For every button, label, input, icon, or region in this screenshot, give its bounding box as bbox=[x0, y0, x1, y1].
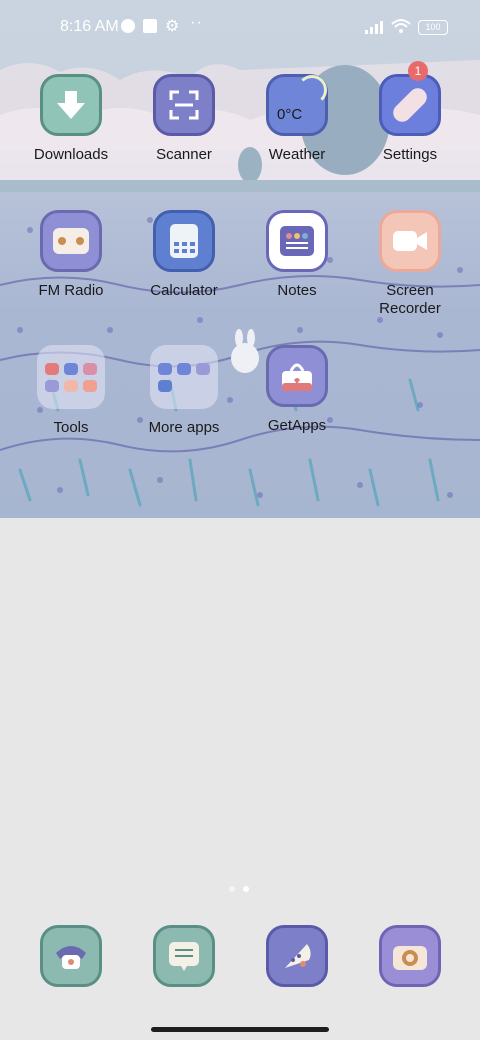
page-indicator bbox=[229, 879, 257, 897]
app-label: FM Radio bbox=[38, 282, 104, 299]
dock-messages[interactable] bbox=[153, 925, 215, 987]
weather-icon: 0°C bbox=[266, 74, 328, 136]
page-dot[interactable] bbox=[229, 886, 235, 892]
app-label: GetApps bbox=[267, 417, 327, 434]
app-downloads[interactable]: Downloads bbox=[16, 74, 126, 164]
folder-icon bbox=[150, 345, 218, 409]
app-scanner[interactable]: Scanner bbox=[129, 74, 239, 164]
folder-more-apps[interactable]: More apps bbox=[129, 345, 239, 437]
gear-icon: ⚙ bbox=[165, 18, 180, 35]
moon-icon bbox=[297, 75, 327, 105]
folder-tools[interactable]: Tools bbox=[16, 345, 126, 437]
app-weather[interactable]: 0°C Weather bbox=[242, 74, 352, 164]
dock-browser[interactable] bbox=[266, 925, 328, 987]
app-getapps[interactable]: GetApps bbox=[242, 345, 352, 435]
app-fm-radio[interactable]: FM Radio bbox=[16, 210, 126, 300]
app-label: Weather bbox=[268, 146, 326, 163]
app-label: Scanner bbox=[156, 146, 212, 163]
signal-icon bbox=[365, 21, 383, 34]
app-settings[interactable]: 1 Settings bbox=[355, 61, 465, 164]
app-label: Calculator bbox=[150, 282, 218, 299]
camera-icon bbox=[393, 946, 427, 970]
messages-icon bbox=[169, 942, 199, 971]
pie-chart-icon bbox=[121, 19, 135, 33]
calculator-icon bbox=[153, 210, 215, 272]
app-calculator[interactable]: Calculator bbox=[129, 210, 239, 300]
wifi-icon bbox=[391, 19, 411, 33]
more-icon: ·· bbox=[190, 14, 203, 31]
battery-icon: 100 bbox=[418, 20, 448, 35]
app-label: Screen Recorder bbox=[379, 282, 441, 317]
folder-icon bbox=[37, 345, 105, 409]
app-screen-recorder[interactable]: Screen Recorder bbox=[355, 210, 465, 318]
page-dot-current[interactable] bbox=[243, 886, 249, 892]
app-notes[interactable]: Notes bbox=[242, 210, 352, 300]
dock-phone[interactable] bbox=[40, 925, 102, 987]
status-time: 8:16 AM bbox=[60, 18, 119, 35]
shopping-bag-icon bbox=[266, 345, 328, 407]
weather-temperature: 0°C bbox=[277, 106, 303, 123]
app-label: Settings bbox=[382, 146, 438, 163]
home-indicator[interactable] bbox=[151, 1027, 329, 1032]
app-label: More apps bbox=[148, 419, 220, 436]
status-bar: 8:16 AM ⚙ ·· 100 bbox=[0, 0, 480, 56]
radio-icon bbox=[40, 210, 102, 272]
scan-frame-icon bbox=[153, 74, 215, 136]
phone-icon bbox=[56, 946, 86, 969]
bandage-settings-icon: 1 bbox=[379, 61, 441, 136]
notification-badge: 1 bbox=[408, 61, 428, 81]
square-notification-icon bbox=[143, 19, 157, 33]
notes-icon bbox=[266, 210, 328, 272]
video-camera-icon bbox=[379, 210, 441, 272]
browser-icon bbox=[285, 944, 311, 968]
app-label: Downloads bbox=[33, 146, 109, 163]
dock-camera[interactable] bbox=[379, 925, 441, 987]
download-arrow-icon bbox=[40, 74, 102, 136]
battery-level: 100 bbox=[425, 22, 441, 32]
app-label: Notes bbox=[277, 282, 317, 299]
app-label: Tools bbox=[53, 419, 89, 436]
